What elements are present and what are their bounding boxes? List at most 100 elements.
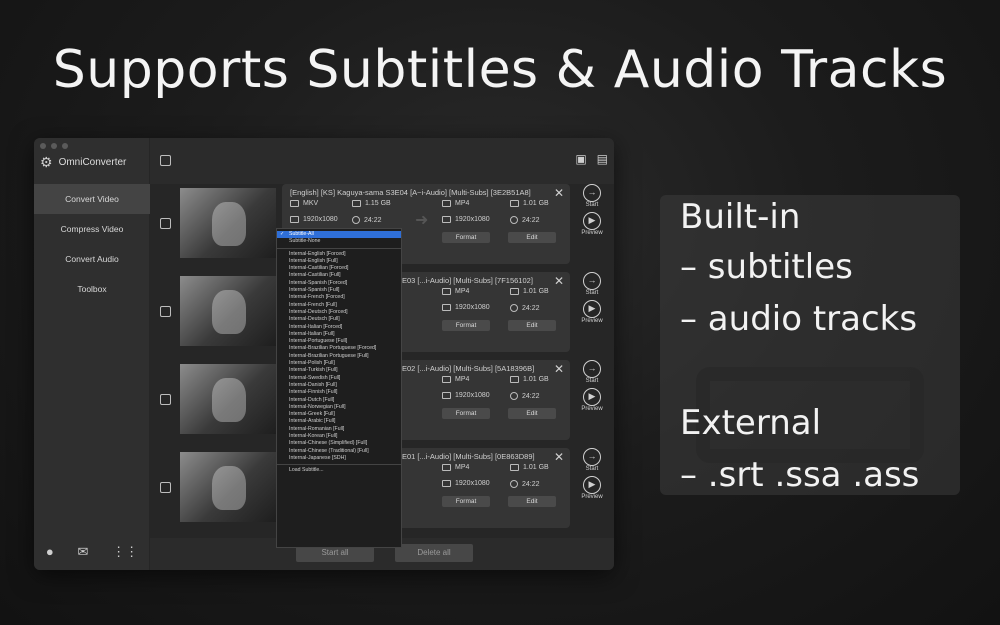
row-actions: → Start ▶ Preview [580,448,604,500]
account-icon[interactable]: ● [46,544,54,560]
close-icon[interactable]: ✕ [554,450,564,464]
dropdown-item-subtitle-none[interactable]: Subtitle-None [277,238,401,245]
format-button[interactable]: Format [442,232,490,243]
folder-icon [510,288,519,295]
video-thumbnail[interactable] [180,188,276,258]
clock-icon [510,480,518,488]
row-actions: → Start ▶ Preview [580,360,604,412]
row-checkbox[interactable] [160,218,171,229]
preview-label: Preview [581,318,603,324]
dropdown-item-subtitle-track[interactable]: Internal-Greek [Full] [277,411,401,418]
info-line: External [680,403,822,443]
dropdown-divider [277,464,401,466]
dropdown-item-subtitle-track[interactable]: Internal-Spanish [Full] [277,287,401,294]
close-icon[interactable]: ✕ [554,186,564,200]
edit-button[interactable]: Edit [508,320,556,331]
dropdown-track-list: Internal-English [Forced] Internal-Englis… [277,251,401,463]
convert-arrow-icon: ➜ [415,212,429,229]
resolution-icon [442,480,451,487]
dropdown-item-load-subtitle[interactable]: Load Subtitle... [277,467,401,474]
dropdown-item-subtitle-track[interactable]: Internal-Deutsch [Forced] [277,309,401,316]
delete-all-button[interactable]: Delete all [395,544,473,562]
preview-icon[interactable]: ▶ [583,300,601,318]
dropdown-item-subtitle-track[interactable]: Internal-Chinese (Simplified) [Full] [277,440,401,447]
start-label: Start [585,202,599,208]
clock-icon [352,216,360,224]
dropdown-item-subtitle-track[interactable]: Internal-Dutch [Full] [277,397,401,404]
film-icon [442,288,451,295]
dropdown-item-subtitle-track[interactable]: Internal-Finnish [Full] [277,389,401,396]
info-line: – .srt .ssa .ass [680,455,920,495]
add-file-icon[interactable]: ▣ [575,152,586,166]
sidebar-item-compress-video[interactable]: Compress Video [34,214,150,244]
apps-grid-icon[interactable]: ⋮⋮ [112,544,138,560]
output-resolution: 1920x1080 [442,304,490,311]
output-size: 1.01 GB [510,376,549,383]
row-actions: → Start ▶ Preview [580,272,604,324]
video-thumbnail[interactable] [180,452,276,522]
dropdown-item-subtitle-track[interactable]: Internal-Brazilian Portuguese [Forced] [277,345,401,352]
minimize-dot[interactable] [51,143,57,149]
start-icon[interactable]: → [583,448,601,466]
output-resolution: 1920x1080 [442,216,490,223]
dropdown-item-subtitle-track[interactable]: Internal-Arabic [Full] [277,418,401,425]
dropdown-item-subtitle-track[interactable]: Internal-English [Full] [277,258,401,265]
dropdown-item-subtitle-track[interactable]: Internal-Turkish [Full] [277,367,401,374]
format-button[interactable]: Format [442,496,490,507]
select-all-checkbox[interactable] [160,155,171,166]
sidebar-item-convert-audio[interactable]: Convert Audio [34,244,150,274]
folder-icon [510,464,519,471]
dropdown-item-subtitle-track[interactable]: Internal-Swedish [Full] [277,375,401,382]
close-icon[interactable]: ✕ [554,274,564,288]
dropdown-item-subtitle-track[interactable]: Internal-French [Forced] [277,294,401,301]
sidebar: ⚙ OmniConverter Convert Video Compress V… [34,138,150,570]
mail-icon[interactable]: ✉ [77,544,88,560]
start-icon[interactable]: → [583,272,601,290]
edit-button[interactable]: Edit [508,408,556,419]
dropdown-item-subtitle-track[interactable]: Internal-Danish [Full] [277,382,401,389]
video-thumbnail[interactable] [180,276,276,346]
start-icon[interactable]: → [583,184,601,202]
dropdown-item-subtitle-track[interactable]: Internal-French [Full] [277,302,401,309]
preview-icon[interactable]: ▶ [583,388,601,406]
video-thumbnail[interactable] [180,364,276,434]
dropdown-item-subtitle-all[interactable]: Subtitle-All [277,231,401,239]
row-checkbox[interactable] [160,306,171,317]
subtitle-dropdown[interactable]: Subtitle-All Subtitle-None Internal-Engl… [276,228,402,548]
dropdown-item-subtitle-track[interactable]: Internal-Korean [Full] [277,433,401,440]
sidebar-item-convert-video[interactable]: Convert Video [34,184,150,214]
clock-icon [510,304,518,312]
dropdown-item-subtitle-track[interactable]: Internal-Norwegian [Full] [277,404,401,411]
dropdown-item-subtitle-track[interactable]: Internal-English [Forced] [277,251,401,258]
start-label: Start [585,466,599,472]
dropdown-item-subtitle-track[interactable]: Internal-Brazilian Portuguese [Full] [277,353,401,360]
row-checkbox[interactable] [160,394,171,405]
add-folder-icon[interactable]: ▤ [597,152,608,166]
dropdown-item-subtitle-track[interactable]: Internal-Italian [Forced] [277,324,401,331]
dropdown-item-subtitle-track[interactable]: Internal-Romanian [Full] [277,426,401,433]
preview-icon[interactable]: ▶ [583,212,601,230]
start-icon[interactable]: → [583,360,601,378]
format-button[interactable]: Format [442,408,490,419]
output-size: 1.01 GB [510,200,549,207]
close-icon[interactable]: ✕ [554,362,564,376]
dropdown-item-subtitle-track[interactable]: Internal-Japanese [SDH] [277,455,401,462]
close-dot[interactable] [40,143,46,149]
dropdown-item-subtitle-track[interactable]: Internal-Chinese (Traditional) [Full] [277,448,401,455]
format-button[interactable]: Format [442,320,490,331]
edit-button[interactable]: Edit [508,496,556,507]
gear-icon[interactable]: ⚙ [40,154,53,171]
sidebar-item-toolbox[interactable]: Toolbox [34,274,150,304]
zoom-dot[interactable] [62,143,68,149]
window-controls[interactable] [40,143,68,149]
dropdown-item-subtitle-track[interactable]: Internal-Portuguese [Full] [277,338,401,345]
edit-button[interactable]: Edit [508,232,556,243]
dropdown-item-subtitle-track[interactable]: Internal-Castilian [Forced] [277,265,401,272]
dropdown-item-subtitle-track[interactable]: Internal-Castilian [Full] [277,272,401,279]
preview-icon[interactable]: ▶ [583,476,601,494]
dropdown-item-subtitle-track[interactable]: Internal-Spanish [Forced] [277,280,401,287]
dropdown-item-subtitle-track[interactable]: Internal-Polish [Full] [277,360,401,367]
row-checkbox[interactable] [160,482,171,493]
dropdown-item-subtitle-track[interactable]: Internal-Deutsch [Full] [277,316,401,323]
dropdown-item-subtitle-track[interactable]: Internal-Italian [Full] [277,331,401,338]
